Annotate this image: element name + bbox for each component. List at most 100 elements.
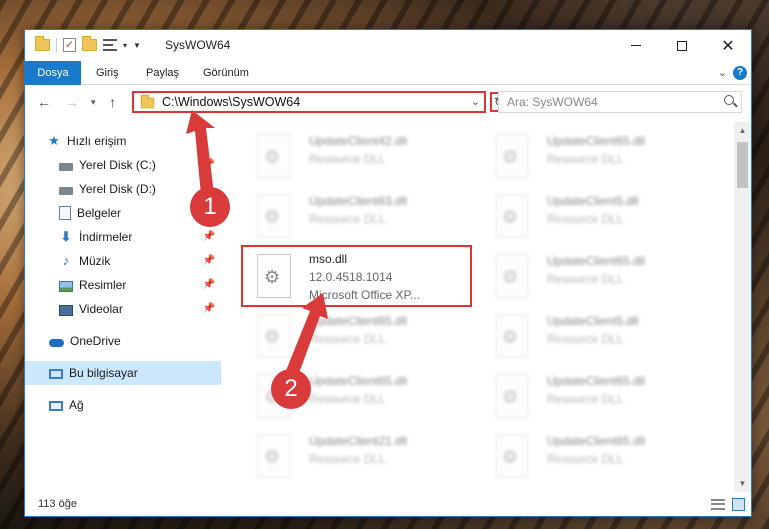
pin-icon[interactable]: 📌	[203, 279, 215, 290]
up-arrow-icon[interactable]: ↑	[109, 94, 116, 110]
address-bar[interactable]: C:\Windows\SysWOW64 ⌄	[132, 91, 486, 113]
expand-ribbon-icon[interactable]: ⌄	[718, 66, 727, 79]
nav-item-label: Videolar	[79, 302, 123, 316]
tab-paylas[interactable]: Paylaş	[146, 61, 179, 85]
nav-item-label: İndirmeler	[79, 230, 133, 244]
file-list: UpdateClient42.dll Resource DLL UpdateCl…	[229, 122, 735, 492]
new-folder-icon[interactable]	[82, 36, 97, 51]
file-name: UpdateClient42.dll	[309, 134, 408, 148]
file-item[interactable]: UpdateClient5.dll Resource DLL	[481, 188, 705, 248]
document-icon	[59, 206, 71, 220]
nav-item-videos[interactable]: Videolar 📌	[25, 297, 221, 321]
file-item[interactable]: UpdateClient65.dll Resource DLL	[481, 368, 705, 428]
step-2-badge: 2	[271, 369, 311, 409]
file-name: UpdateClient65.dll	[547, 254, 646, 268]
nav-item-label: Yerel Disk (D:)	[79, 182, 156, 196]
nav-item-downloads[interactable]: ⬇ İndirmeler 📌	[25, 225, 221, 249]
close-button[interactable]: ✕	[705, 30, 751, 61]
file-item[interactable]: UpdateClient63.dll Resource DLL	[243, 188, 467, 248]
forward-arrow-icon[interactable]: →	[65, 94, 79, 110]
properties-check-icon[interactable]: ✓	[63, 38, 76, 52]
download-icon: ⬇	[60, 229, 72, 244]
file-name: UpdateClient21.dll	[309, 434, 408, 448]
search-icon[interactable]	[724, 95, 734, 105]
file-item[interactable]: UpdateClient65.dll Resource DLL	[481, 128, 705, 188]
step-1-badge: 1	[190, 187, 230, 227]
file-item[interactable]: UpdateClient5.dll Resource DLL	[481, 308, 705, 368]
file-name: UpdateClient65.dll	[547, 134, 646, 148]
dll-file-icon	[495, 254, 529, 298]
file-name: UpdateClient65.dll	[547, 434, 646, 448]
item-count: 113 öğe	[38, 498, 77, 510]
nav-item-label: Müzik	[79, 254, 111, 268]
nav-item-local-disk-c[interactable]: Yerel Disk (C:) 📌	[25, 153, 221, 177]
separator	[56, 38, 57, 52]
recent-locations-icon[interactable]: ▾	[91, 97, 96, 108]
nav-item-this-pc[interactable]: Bu bilgisayar	[25, 361, 221, 385]
toolbar-dropdown-icon[interactable]: ▼	[133, 41, 141, 50]
dll-file-icon	[495, 194, 529, 238]
tab-gorunum[interactable]: Görünüm	[203, 61, 249, 85]
minimize-icon	[631, 45, 641, 46]
scrollbar-thumb[interactable]	[737, 142, 748, 188]
help-icon[interactable]: ?	[733, 66, 747, 80]
chevron-down-icon[interactable]: ▾	[123, 41, 127, 50]
file-item[interactable]: UpdateClient42.dll Resource DLL	[243, 128, 467, 188]
dll-file-icon	[257, 434, 291, 478]
file-name: UpdateClient65.dll	[309, 314, 408, 328]
computer-icon	[49, 369, 63, 379]
cloud-icon	[49, 338, 64, 347]
nav-item-quick-access[interactable]: ★ Hızlı erişim	[25, 129, 221, 153]
nav-item-label: Ağ	[69, 398, 84, 412]
large-icons-view-icon[interactable]	[732, 498, 745, 511]
nav-item-pictures[interactable]: Resimler 📌	[25, 273, 221, 297]
nav-item-network[interactable]: Ağ	[25, 393, 221, 417]
dll-file-icon	[495, 374, 529, 418]
file-description: Resource DLL	[309, 152, 386, 166]
scroll-up-icon[interactable]: ▲	[734, 122, 751, 139]
pictures-icon	[59, 280, 73, 292]
dll-file-icon	[257, 194, 291, 238]
status-bar: 113 öğe	[25, 494, 751, 516]
close-icon: ✕	[721, 37, 735, 55]
file-name: UpdateClient5.dll	[547, 314, 639, 328]
details-view-icon[interactable]	[711, 499, 725, 510]
chevron-down-icon[interactable]: ⌄	[471, 95, 480, 108]
minimize-button[interactable]	[613, 30, 659, 61]
maximize-button[interactable]	[659, 30, 705, 61]
tab-dosya[interactable]: Dosya	[25, 61, 81, 85]
file-item[interactable]: UpdateClient65.dll Resource DLL	[481, 428, 705, 488]
file-name: UpdateClient63.dll	[309, 194, 408, 208]
vertical-scrollbar[interactable]: ▲ ▼	[734, 122, 751, 492]
back-arrow-icon[interactable]: ←	[37, 94, 51, 110]
nav-item-label: Yerel Disk (C:)	[79, 158, 156, 172]
disk-icon	[59, 162, 73, 171]
search-box[interactable]	[498, 91, 742, 113]
customize-toolbar-icon[interactable]	[103, 39, 117, 51]
nav-item-onedrive[interactable]: OneDrive	[25, 329, 221, 353]
file-item[interactable]: UpdateClient65.dll Resource DLL	[481, 248, 705, 308]
scroll-down-icon[interactable]: ▼	[734, 475, 751, 492]
folder-icon	[35, 36, 50, 51]
file-item[interactable]: UpdateClient21.dll Resource DLL	[243, 428, 467, 488]
address-row: ← → ▾ ↑ C:\Windows\SysWOW64 ⌄ ↻	[25, 86, 751, 118]
nav-item-label: Bu bilgisayar	[69, 366, 138, 380]
pin-icon[interactable]: 📌	[203, 303, 215, 314]
dll-file-icon	[495, 134, 529, 178]
file-description: Resource DLL	[547, 272, 624, 286]
pin-icon[interactable]: 📌	[203, 255, 215, 266]
music-icon: ♪	[62, 253, 70, 268]
nav-item-music[interactable]: ♪ Müzik 📌	[25, 249, 221, 273]
title-bar: ✓ ▾ ▼ SysWOW64 ✕	[25, 30, 751, 61]
pin-icon[interactable]: 📌	[203, 159, 215, 170]
file-item[interactable]: UpdateClient65.dll Resource DLL	[243, 308, 467, 368]
file-description: Resource DLL	[547, 452, 624, 466]
maximize-icon	[677, 40, 687, 51]
file-name: UpdateClient65.dll	[547, 374, 646, 388]
file-description: Resource DLL	[547, 332, 624, 346]
pin-icon[interactable]: 📌	[203, 231, 215, 242]
address-path[interactable]: C:\Windows\SysWOW64	[162, 95, 300, 109]
star-icon: ★	[48, 133, 60, 148]
search-input[interactable]	[507, 94, 707, 110]
tab-giris[interactable]: Giriş	[96, 61, 119, 85]
